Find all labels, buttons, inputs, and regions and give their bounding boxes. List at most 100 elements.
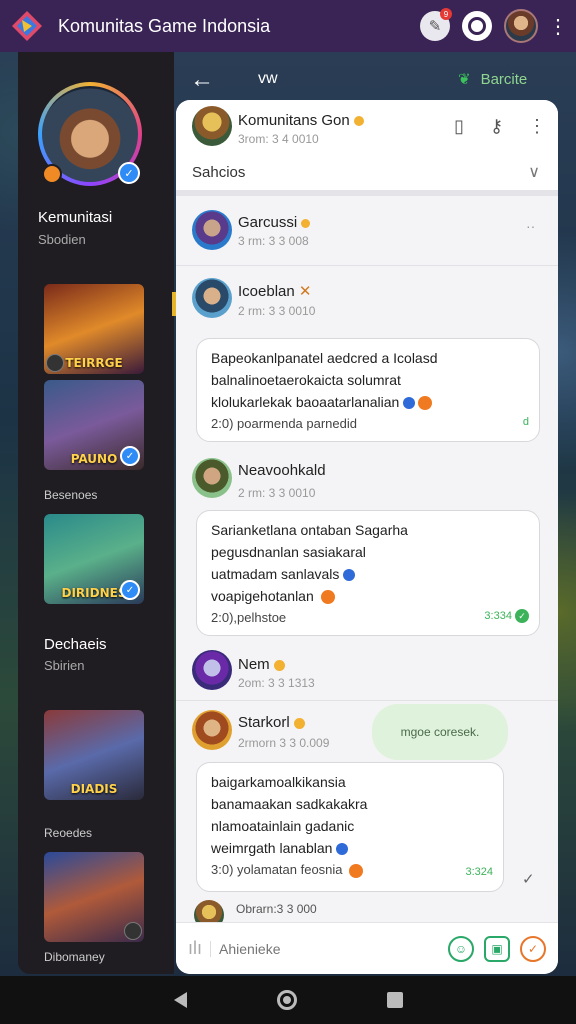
- message-meta: 3:324: [465, 866, 493, 878]
- sender-name: Icoeblan ✕: [238, 283, 312, 300]
- message-meta: d: [522, 416, 529, 428]
- status-icon: [42, 164, 62, 184]
- chevron-down-icon[interactable]: ∨: [528, 162, 540, 182]
- message-time: 2om: 3 3 1313: [238, 676, 315, 690]
- message-line: nlamoatainlain gadanic: [211, 818, 355, 834]
- group-name: Komunitans Gon: [238, 112, 364, 129]
- sender-name: Obrarn:3 3 000: [236, 902, 317, 916]
- group-avatar[interactable]: [192, 106, 232, 146]
- message-line: voapigehotanlan: [211, 585, 525, 607]
- section-label: Reoedes: [44, 826, 93, 840]
- message-footer: 3:0) yolamatan feosnia: [211, 859, 489, 881]
- more-vertical-icon[interactable]: ⋮: [528, 116, 546, 137]
- emoji-icon: [349, 863, 364, 878]
- game-icon: [124, 922, 142, 940]
- chat-header: Komunitans Gon 3rom: 3 4 0010 ▯ ⚷ ⋮ Sahc…: [176, 100, 558, 196]
- emoji-icon: [418, 396, 433, 411]
- wrench-icon[interactable]: ✎ 9: [420, 8, 452, 41]
- message-bubble[interactable]: Sarianketlana ontaban Sagarha pegusdnanl…: [196, 510, 540, 636]
- message-line: baigarkamoalkikansia: [211, 774, 346, 790]
- message-line: Bapeokanlpanatel aedcred a Icolasd: [211, 350, 438, 366]
- read-check-icon: ✓: [522, 871, 535, 888]
- emoji-icon: [320, 590, 335, 605]
- message-footer: 2:0) poarmenda parnedid: [211, 416, 357, 431]
- chat-card: Komunitans Gon 3rom: 3 4 0010 ▯ ⚷ ⋮ Sahc…: [176, 100, 558, 974]
- emoji-icon: [343, 569, 356, 582]
- message-line: balnalinoetaerokaicta solumrat: [211, 372, 401, 388]
- copy-icon[interactable]: ▯: [454, 116, 464, 137]
- key-icon[interactable]: ⚷: [490, 116, 503, 137]
- game-card-5[interactable]: [44, 852, 144, 942]
- game-card-1[interactable]: TEIRRGE: [44, 284, 144, 374]
- message-meta: 3:334 ✓: [484, 605, 529, 627]
- notification-badge: 9: [440, 8, 452, 20]
- user-avatar[interactable]: [504, 9, 538, 43]
- header-action-button[interactable]: ❦ Barcite: [458, 70, 527, 88]
- section-title: Dechaeis: [44, 636, 107, 653]
- game-card-2[interactable]: PAUNO ✓: [44, 380, 144, 470]
- message-time: 2 rm: 3 3 0010: [238, 486, 316, 500]
- avatar[interactable]: [192, 710, 232, 750]
- leaf-icon: ❦: [458, 71, 471, 88]
- header-action-label: Barcite: [480, 71, 528, 88]
- nav-recents-icon[interactable]: [386, 992, 403, 1008]
- compose-bar: ılı ☺ ▣ ✓: [176, 922, 558, 974]
- game-card-3[interactable]: DIRIDNES ✓: [44, 514, 144, 604]
- message-line: weimrgath lanablan: [211, 837, 489, 859]
- message-time: 3 rm: 3 3 008: [238, 234, 309, 248]
- audio-wave-icon[interactable]: ılı: [188, 938, 202, 959]
- message-bubble[interactable]: Bapeokanlpanatel aedcred a Icolasd balna…: [196, 338, 540, 442]
- message-line: Sarianketlana ontaban Sagarha: [211, 522, 408, 538]
- avatar[interactable]: [192, 278, 232, 318]
- game-card-4[interactable]: DIADIS: [44, 710, 144, 800]
- avatar[interactable]: [192, 210, 232, 250]
- arrow-left-icon[interactable]: ←: [190, 66, 214, 94]
- message-time: 2 rm: 3 3 0010: [238, 304, 316, 318]
- profile-name: Kemunitasi: [38, 209, 113, 226]
- message-line: pegusdnanlan sasiakaral: [211, 544, 366, 560]
- reply-chip[interactable]: mgoe coresek.: [372, 704, 508, 760]
- send-check-icon[interactable]: ✓: [520, 935, 546, 962]
- target-icon[interactable]: [462, 11, 492, 41]
- message-input[interactable]: [210, 940, 438, 957]
- nav-home-icon[interactable]: [276, 990, 297, 1010]
- avatar[interactable]: [192, 458, 232, 498]
- divider: [176, 700, 558, 701]
- group-time: 3rom: 3 4 0010: [238, 132, 319, 146]
- message-line: banamaakan sadkakakra: [211, 796, 368, 812]
- avatar[interactable]: [192, 650, 232, 690]
- system-navigation-bar: [0, 976, 576, 1024]
- profile-subtitle: Sbodien: [38, 232, 86, 247]
- community-sidebar: ✓ Kemunitasi Sbodien TEIRRGE PAUNO ✓ Bes…: [18, 52, 174, 974]
- message-bubble[interactable]: baigarkamoalkikansia banamaakan sadkakak…: [196, 762, 504, 892]
- verified-icon: ✓: [120, 580, 140, 600]
- message-time: 2rmorn 3 3 0.009: [238, 736, 330, 750]
- sender-name: Starkorl: [238, 714, 305, 731]
- verified-icon: ✓: [120, 446, 140, 466]
- sender-name: Garcussi: [238, 214, 311, 231]
- emoji-icon: [336, 843, 349, 856]
- nav-back-icon[interactable]: [173, 992, 187, 1008]
- section-subtitle: Sbirien: [44, 658, 85, 673]
- sender-name: Neavoohkald: [238, 462, 326, 479]
- divider: [176, 265, 558, 266]
- app-logo-icon[interactable]: [10, 9, 44, 43]
- emoji-icon[interactable]: ☺: [448, 935, 474, 962]
- message-line: uatmadam sanlavals: [211, 563, 525, 585]
- app-title: Komunitas Game Indonsia: [58, 15, 271, 36]
- message-line: klolukarlekak baoaatarlanalian: [211, 391, 525, 413]
- emoji-icon: [403, 397, 416, 410]
- header-title: vw: [258, 70, 278, 87]
- more-horizontal-icon[interactable]: ··: [526, 218, 535, 234]
- top-app-bar: Komunitas Game Indonsia ✎ 9 ⋮: [0, 0, 576, 52]
- section-label: Dibomaney: [44, 950, 105, 964]
- section-label: Besenoes: [44, 488, 98, 502]
- game-card-label: DIADIS: [70, 782, 118, 796]
- message-footer: 2:0),pelhstoe: [211, 610, 287, 625]
- thread-title: Sahcios: [192, 164, 246, 181]
- image-icon[interactable]: ▣: [484, 935, 510, 962]
- more-vertical-icon[interactable]: ⋮: [548, 14, 568, 39]
- game-icon: [46, 354, 64, 372]
- sender-name: Nem: [238, 656, 285, 673]
- verified-icon: ✓: [118, 162, 140, 184]
